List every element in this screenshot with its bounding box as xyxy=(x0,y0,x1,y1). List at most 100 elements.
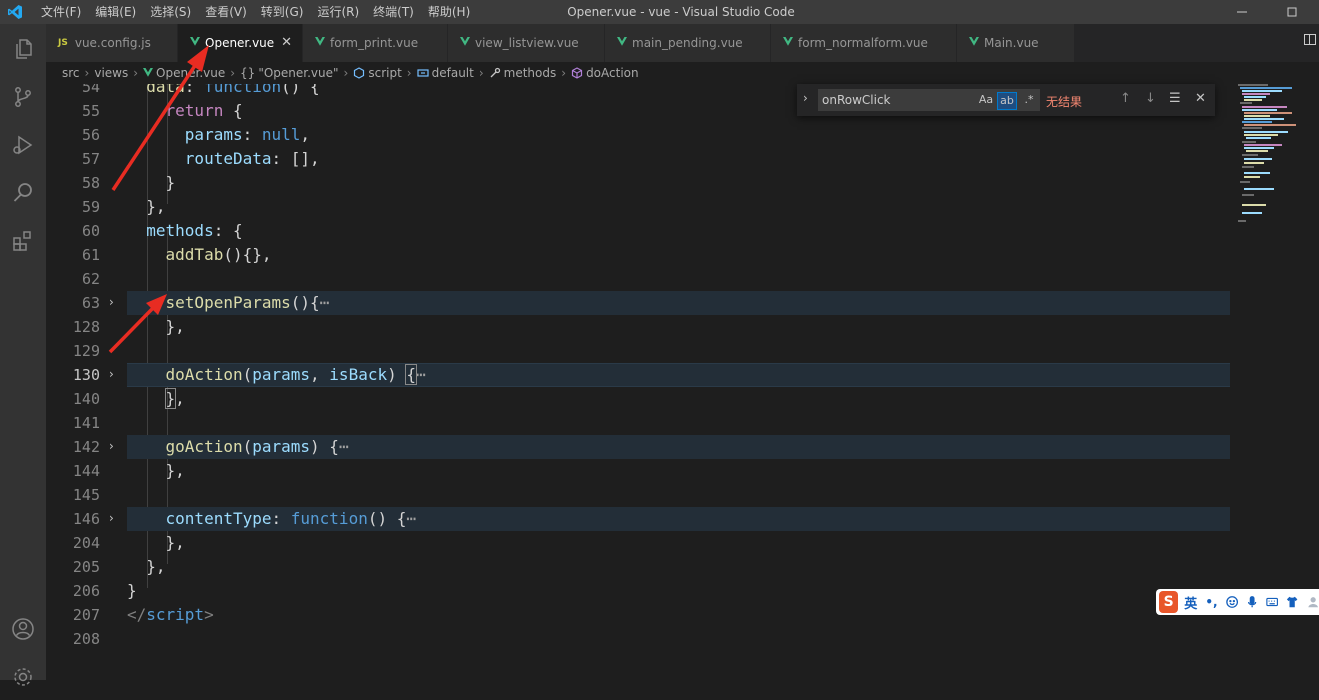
tab-label: Main.vue xyxy=(984,36,1039,50)
title-bar: 文件(F) 编辑(E) 选择(S) 查看(V) 转到(G) 运行(R) 终端(T… xyxy=(0,0,1319,24)
sogou-logo-icon[interactable]: S xyxy=(1159,591,1179,613)
tab-form-normalform-vue[interactable]: form_normalform.vue xyxy=(771,24,957,62)
chevron-right-icon: › xyxy=(230,66,236,80)
chevron-right-icon[interactable]: › xyxy=(109,440,121,452)
line-number: 62 xyxy=(81,270,100,288)
tab-label: vue.config.js xyxy=(74,36,151,50)
line-number: 141 xyxy=(72,414,100,432)
use-regex-button[interactable]: .* xyxy=(1020,92,1038,110)
chevron-right-icon[interactable]: › xyxy=(109,296,121,308)
match-case-button[interactable]: Aa xyxy=(977,92,995,110)
source-control-button[interactable] xyxy=(0,74,46,120)
user-icon[interactable] xyxy=(1307,595,1319,609)
next-match-arrow-down-icon[interactable]: ↓ xyxy=(1145,91,1156,106)
line-number: 59 xyxy=(81,198,100,216)
chevron-right-icon: › xyxy=(561,66,567,80)
vue-file-icon xyxy=(617,36,627,46)
close-icon[interactable]: ✕ xyxy=(281,35,292,50)
find-result-count: 无结果 xyxy=(1046,95,1083,109)
settings-gear-icon xyxy=(14,668,32,686)
line-number: 55 xyxy=(81,102,100,120)
run-debug-button[interactable] xyxy=(0,122,46,168)
code-line: 144 }, xyxy=(46,459,1234,483)
line-number: 60 xyxy=(81,222,100,240)
tab-main-pending-vue[interactable]: main_pending.vue xyxy=(605,24,771,62)
run-debug-icon xyxy=(13,135,33,155)
keyboard-icon[interactable] xyxy=(1266,595,1279,609)
code-text: contentType: function() {⋯ xyxy=(165,509,416,528)
settings-button[interactable] xyxy=(0,654,46,700)
code-text: }, xyxy=(127,461,185,480)
breadcrumb-action[interactable]: doAction xyxy=(586,66,639,80)
line-number: 54 xyxy=(81,84,100,96)
split-editor-icon[interactable] xyxy=(1304,34,1316,45)
breadcrumb-src[interactable]: src xyxy=(62,66,80,80)
emoji-icon[interactable] xyxy=(1225,595,1238,609)
tab-label: Opener.vue xyxy=(205,36,275,50)
ime-language-toggle[interactable]: 英 xyxy=(1184,593,1197,612)
breadcrumb-file[interactable]: Opener.vue xyxy=(156,66,225,80)
activity-bar xyxy=(0,24,46,686)
skin-shirt-icon[interactable] xyxy=(1286,595,1298,609)
chevron-right-icon[interactable]: › xyxy=(109,368,121,380)
breadcrumb-script[interactable]: script xyxy=(368,66,401,80)
microphone-icon[interactable] xyxy=(1246,595,1258,609)
explorer-icon xyxy=(16,39,32,59)
tab-vue-config-js[interactable]: JS vue.config.js xyxy=(46,24,178,62)
code-text: } xyxy=(127,581,137,600)
extensions-button[interactable] xyxy=(0,218,46,264)
search-icon xyxy=(13,183,32,202)
line-number: 128 xyxy=(72,318,100,336)
account-icon xyxy=(12,618,34,640)
code-line: 208 xyxy=(46,627,1234,651)
code-line: 59 }, xyxy=(46,195,1234,219)
code-text: params: null, xyxy=(184,125,311,144)
line-number: 129 xyxy=(72,342,100,360)
breadcrumb-methods[interactable]: methods xyxy=(504,66,557,80)
code-line: 145 xyxy=(46,483,1234,507)
line-number: 207 xyxy=(72,606,100,624)
punctuation-icon[interactable]: •, xyxy=(1205,595,1217,609)
vue-file-icon xyxy=(190,36,200,46)
toggle-replace-chevron-icon[interactable]: › xyxy=(803,91,808,105)
line-number: 63 xyxy=(81,294,100,312)
tab-label: form_print.vue xyxy=(330,36,419,50)
tab-label: main_pending.vue xyxy=(632,36,743,50)
restore-button[interactable] xyxy=(1269,0,1315,24)
code-line: 206 } xyxy=(46,579,1234,603)
breadcrumb-default[interactable]: default xyxy=(432,66,474,80)
line-number: 142 xyxy=(72,438,100,456)
code-line: 205 }, xyxy=(46,555,1234,579)
tab-view-listview-vue[interactable]: view_listview.vue xyxy=(448,24,605,62)
line-number: 58 xyxy=(81,174,100,192)
code-line: 204 }, xyxy=(46,531,1234,555)
code-editor[interactable]: 54 data: function() { 55 return { 56 par… xyxy=(46,84,1234,680)
code-line: 61 addTab(){}, xyxy=(46,243,1234,267)
line-number: 146 xyxy=(72,510,100,528)
breadcrumb-views[interactable]: views xyxy=(94,66,128,80)
tab-opener-vue[interactable]: Opener.vue ✕ xyxy=(178,24,303,62)
account-button[interactable] xyxy=(0,606,46,652)
code-text: doAction(params, isBack) {⋯ xyxy=(165,364,426,385)
source-control-icon xyxy=(15,87,31,107)
breadcrumb-component[interactable]: "Opener.vue" xyxy=(258,66,338,80)
explorer-button[interactable] xyxy=(0,26,46,72)
vue-file-icon xyxy=(315,36,325,46)
breadcrumb: src › views › Opener.vue › {} "Opener.vu… xyxy=(46,62,1319,84)
tab-form-print-vue[interactable]: form_print.vue xyxy=(303,24,448,62)
folded-code-line: 63 › setOpenParams(){⋯ xyxy=(46,291,1234,315)
close-find-icon[interactable]: ✕ xyxy=(1195,91,1206,106)
match-whole-word-button[interactable]: ab xyxy=(997,92,1017,110)
minimize-button[interactable] xyxy=(1219,0,1265,24)
previous-match-arrow-up-icon[interactable]: ↑ xyxy=(1120,91,1131,106)
tab-label: form_normalform.vue xyxy=(798,36,928,50)
line-number: 57 xyxy=(81,150,100,168)
line-number: 130 xyxy=(72,366,100,384)
find-in-selection-icon[interactable]: ☰ xyxy=(1169,91,1181,106)
tab-main-vue[interactable]: Main.vue xyxy=(957,24,1075,62)
code-text: } xyxy=(127,173,176,192)
find-widget: › Aa ab .* 无结果 ↑ ↓ ☰ ✕ xyxy=(797,84,1215,116)
chevron-right-icon[interactable]: › xyxy=(109,512,121,524)
search-button[interactable] xyxy=(0,170,46,216)
extensions-icon xyxy=(13,231,31,251)
